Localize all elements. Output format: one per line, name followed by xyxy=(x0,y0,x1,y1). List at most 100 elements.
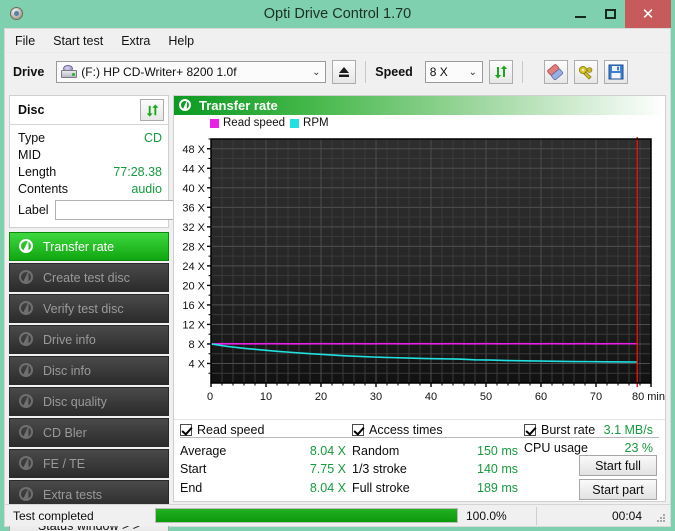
refresh-arrows-icon xyxy=(146,103,158,117)
toolbar: Drive (F:) HP CD-Writer+ 8200 1.0f ⌄ Spe… xyxy=(5,53,670,91)
burst-rate-label: Burst rate xyxy=(541,423,596,437)
save-button[interactable] xyxy=(603,60,628,84)
burst-rate-checkbox[interactable] xyxy=(524,424,536,436)
sidebar-item-drive-info[interactable]: Drive info xyxy=(9,325,169,354)
sidebar-item-transfer-rate[interactable]: Transfer rate xyxy=(9,232,169,261)
menu-item-help[interactable]: Help xyxy=(168,32,204,50)
eraser-icon xyxy=(547,63,564,80)
disc-row-value: audio xyxy=(131,181,162,196)
sidebar-item-label: Disc quality xyxy=(43,394,107,409)
result-value: 8.04 X xyxy=(309,443,346,458)
result-key: 1/3 stroke xyxy=(352,462,407,477)
app-disc-icon xyxy=(8,5,26,23)
sidebar-item-verify-test-disc[interactable]: Verify test disc xyxy=(9,294,169,323)
result-row-cpu-usage: CPU usage 23 % xyxy=(524,441,659,455)
floppy-save-icon xyxy=(608,64,624,80)
chart-canvas: 4 X 8 X 12 X 16 X 20 X 24 X 28 X 32 X 36 X 40 X 44… xyxy=(182,137,665,403)
right-panel: Transfer rate Read speed RPM 4 X 8 X 12 X 1… xyxy=(173,95,666,502)
drive-label: Drive xyxy=(13,65,45,79)
disc-row-key: Contents xyxy=(18,181,69,196)
result-value: 189 ms xyxy=(477,480,518,495)
extra-tests-icon xyxy=(18,486,35,503)
refresh-arrows-icon xyxy=(494,65,507,79)
legend-entry-rpm: RPM xyxy=(290,117,329,129)
sidebar-item-disc-quality[interactable]: Disc quality xyxy=(9,387,169,416)
result-value: 140 ms xyxy=(477,462,518,477)
result-key: Average xyxy=(180,443,227,458)
read-speed-label: Read speed xyxy=(197,423,265,438)
sidebar-item-cd-bler[interactable]: CD Bler xyxy=(9,418,169,447)
speed-select[interactable]: 8 X ⌄ xyxy=(424,61,483,83)
svg-text:32 X: 32 X xyxy=(182,222,205,234)
sidebar-item-label: Disc info xyxy=(43,363,91,378)
disc-row-key: MID xyxy=(18,147,41,162)
disc-info-rows: Type CD MID Length 77:28.38 Contents aud… xyxy=(10,125,254,227)
sidebar-nav: Transfer rate Create test disc Verify te… xyxy=(9,232,169,509)
disc-label-key: Label xyxy=(18,203,49,217)
sidebar-item-disc-info[interactable]: Disc info xyxy=(9,356,169,385)
test-action-buttons: Start full Start part xyxy=(579,455,659,500)
result-key: End xyxy=(180,480,203,495)
access-times-checkbox[interactable] xyxy=(352,424,364,437)
disc-info-header: Disc xyxy=(10,96,168,125)
status-bar: Test completed 100.0% 00:04 xyxy=(5,504,670,526)
maximize-button[interactable] xyxy=(595,0,625,28)
sidebar-item-create-test-disc[interactable]: Create test disc xyxy=(9,263,169,292)
disc-info-title: Disc xyxy=(18,103,45,117)
cd-bler-icon xyxy=(18,424,35,441)
svg-text:40: 40 xyxy=(425,391,437,403)
speed-select-value: 8 X xyxy=(429,65,448,79)
svg-text:60: 60 xyxy=(535,391,547,403)
minimize-button[interactable] xyxy=(565,0,595,28)
speed-label: Speed xyxy=(375,65,413,79)
start-full-button[interactable]: Start full xyxy=(579,455,657,476)
results-panel: Read speed Average 8.04 X Start 7.75 X E… xyxy=(174,419,665,501)
read-speed-checkbox[interactable] xyxy=(180,424,192,437)
svg-text:80 min: 80 min xyxy=(632,391,665,403)
sidebar-item-fe-te[interactable]: FE / TE xyxy=(9,449,169,478)
result-key: Start xyxy=(180,462,207,477)
disc-row-length: Length 77:28.38 xyxy=(18,163,162,180)
erase-button[interactable] xyxy=(543,60,568,84)
start-part-button[interactable]: Start part xyxy=(579,479,657,500)
wrench-plug-icon xyxy=(579,65,593,80)
sidebar-item-label: Verify test disc xyxy=(43,301,124,316)
legend-label: RPM xyxy=(303,117,329,129)
result-value: 8.04 X xyxy=(309,480,346,495)
sidebar-item-label: CD Bler xyxy=(43,425,87,440)
sidebar-item-label: Drive info xyxy=(43,332,96,347)
disc-row-key: Type xyxy=(18,130,46,145)
result-key: Random xyxy=(352,443,400,458)
panel-header: Transfer rate xyxy=(174,96,665,115)
close-button[interactable]: ✕ xyxy=(625,0,671,28)
menu-item-start-test[interactable]: Start test xyxy=(53,32,113,50)
refresh-button[interactable] xyxy=(488,60,513,84)
access-times-header: Access times xyxy=(352,423,524,439)
menu-item-extra[interactable]: Extra xyxy=(121,32,160,50)
svg-text:20 X: 20 X xyxy=(182,280,205,292)
sidebar-item-label: FE / TE xyxy=(43,456,86,471)
sidebar-item-label: Extra tests xyxy=(43,487,103,502)
drive-select[interactable]: (F:) HP CD-Writer+ 8200 1.0f ⌄ xyxy=(56,61,327,83)
resize-grip-icon[interactable] xyxy=(652,509,666,523)
svg-text:70: 70 xyxy=(590,391,602,403)
transfer-rate-icon xyxy=(18,238,35,255)
left-panel: Disc Type CD MID Length 77:28.38 Content… xyxy=(9,95,254,531)
burst-rate-results: Burst rate 3.1 MB/s CPU usage 23 % Start… xyxy=(524,423,659,500)
menu-bar: File Start test Extra Help xyxy=(5,29,670,53)
access-times-label: Access times xyxy=(369,423,443,438)
menu-item-file[interactable]: File xyxy=(15,32,45,50)
result-row-end: End 8.04 X xyxy=(180,478,352,497)
disc-refresh-button[interactable] xyxy=(140,99,164,121)
eject-button[interactable] xyxy=(332,60,357,84)
burst-rate-header: Burst rate 3.1 MB/s xyxy=(524,423,659,438)
panel-title: Transfer rate xyxy=(199,98,278,113)
tools-button[interactable] xyxy=(573,60,598,84)
svg-text:10: 10 xyxy=(260,391,272,403)
svg-text:4 X: 4 X xyxy=(188,358,205,370)
svg-text:24 X: 24 X xyxy=(182,261,205,273)
access-times-results: Access times Random 150 ms 1/3 stroke 14… xyxy=(352,423,524,497)
client-area: File Start test Extra Help Drive (F:) HP… xyxy=(4,28,671,531)
disc-quality-icon xyxy=(18,393,35,410)
svg-text:0: 0 xyxy=(207,391,213,403)
